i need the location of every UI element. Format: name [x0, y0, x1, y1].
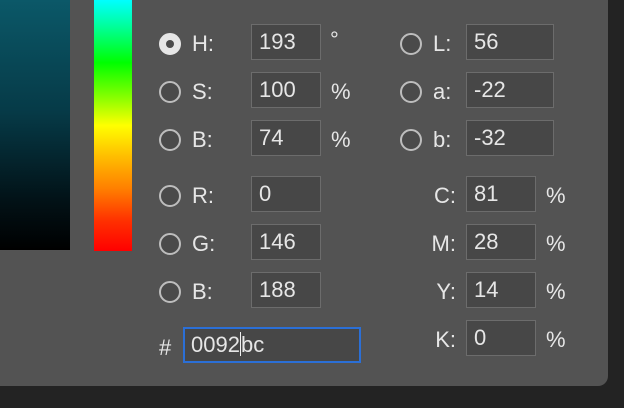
label-cyan: C:	[434, 183, 456, 208]
percent-unit: %	[546, 183, 566, 208]
label-lightness: L:	[433, 31, 452, 56]
percent-unit: %	[331, 79, 351, 104]
label-b-channel: b:	[433, 127, 452, 152]
label-magenta: M:	[431, 231, 456, 256]
percent-unit: %	[546, 327, 566, 352]
hue-input[interactable]: 193	[251, 24, 321, 60]
degree-unit: °	[330, 27, 339, 52]
label-black: K:	[435, 327, 456, 352]
hue-slider[interactable]	[94, 0, 132, 251]
a-channel-input[interactable]: -22	[466, 72, 554, 108]
radio-brightness[interactable]	[159, 129, 181, 151]
label-hue: H:	[192, 31, 214, 56]
hex-value-start: 0092	[191, 332, 240, 357]
label-blue: B:	[192, 279, 213, 304]
hex-label: #	[159, 335, 172, 360]
hex-value-end: bc	[240, 332, 265, 357]
label-green: G:	[192, 231, 216, 256]
label-a-channel: a:	[433, 79, 452, 104]
percent-unit: %	[331, 127, 351, 152]
green-input[interactable]: 146	[251, 224, 321, 260]
radio-hue[interactable]	[159, 33, 181, 55]
label-red: R:	[192, 183, 214, 208]
radio-lightness[interactable]	[400, 33, 422, 55]
magenta-input[interactable]: 28	[466, 224, 536, 260]
radio-green[interactable]	[159, 233, 181, 255]
percent-unit: %	[546, 279, 566, 304]
color-picker-panel: H: 193 ° S: 100 % B: 74 % L: 56 a: -22 b…	[0, 0, 608, 386]
black-input[interactable]: 0	[466, 320, 536, 356]
radio-saturation[interactable]	[159, 81, 181, 103]
radio-red[interactable]	[159, 185, 181, 207]
radio-blue[interactable]	[159, 281, 181, 303]
blue-input[interactable]: 188	[251, 272, 321, 308]
red-input[interactable]: 0	[251, 176, 321, 212]
brightness-input[interactable]: 74	[251, 120, 321, 156]
radio-b-channel[interactable]	[400, 129, 422, 151]
saturation-brightness-field[interactable]	[0, 0, 70, 250]
label-brightness: B:	[192, 127, 213, 152]
yellow-input[interactable]: 14	[466, 272, 536, 308]
lightness-input[interactable]: 56	[466, 24, 554, 60]
radio-a-channel[interactable]	[400, 81, 422, 103]
label-yellow: Y:	[436, 279, 456, 304]
label-saturation: S:	[192, 79, 213, 104]
percent-unit: %	[546, 231, 566, 256]
cyan-input[interactable]: 81	[466, 176, 536, 212]
b-channel-input[interactable]: -32	[466, 120, 554, 156]
hex-input[interactable]: 0092bc	[183, 327, 361, 363]
saturation-input[interactable]: 100	[251, 72, 321, 108]
